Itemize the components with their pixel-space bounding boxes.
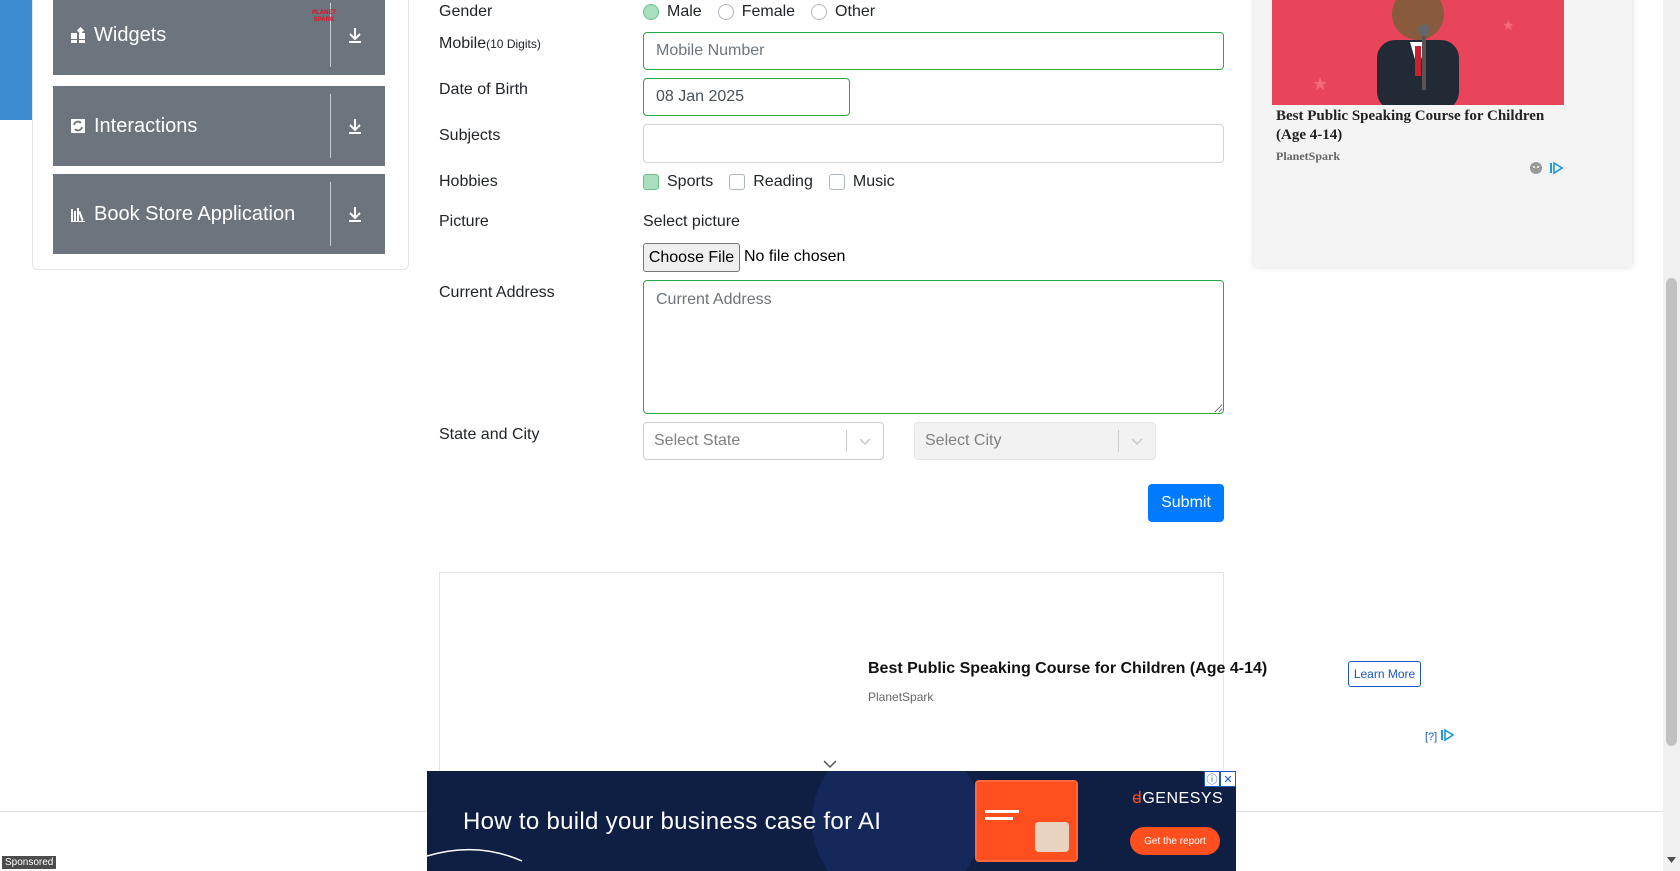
mobile-hint: (10 Digits) [486,37,541,51]
interactions-icon [70,118,86,134]
svg-text:★: ★ [1502,17,1515,33]
widgets-icon [70,27,86,43]
inline-ad-title[interactable]: Best Public Speaking Course for Children… [868,660,1267,678]
chevron-down-icon[interactable] [847,423,883,459]
current-address-textarea[interactable] [643,280,1224,414]
ad-brand: PlanetSpark [1276,149,1341,163]
hobby-reading-checkbox[interactable] [729,174,746,190]
mobile-input[interactable] [643,32,1224,70]
close-icon[interactable]: ✕ [1220,771,1236,787]
sidebar-group-book-store[interactable]: Book Store Application [53,174,385,254]
gender-label: Gender [439,3,493,20]
file-status: No file chosen [744,248,846,265]
planetspark-logo: PLANET SPARK [312,10,336,23]
adchoices-icon[interactable] [1549,161,1564,180]
hobby-music-checkbox[interactable] [828,174,845,190]
inline-ad-brand: PlanetSpark [868,690,934,704]
banner-report-thumbnail[interactable] [975,780,1078,862]
state-select-placeholder: Select State [654,432,741,449]
genesys-logo: ꟈGENESYS [1132,786,1223,808]
genesys-logo-mark: ꟈ [1132,790,1143,807]
genesys-brand: GENESYS [1142,790,1224,807]
hobbies-checkbox-group: Sports Reading Music [643,173,911,191]
banner-headline[interactable]: How to build your business case for AI [463,808,881,836]
ad-image[interactable]: ★ ★ [1272,0,1564,105]
sidebar-group-interactions[interactable]: Interactions [53,86,385,166]
mobile-label-text: Mobile [439,35,487,52]
sidebar-group-label: Widgets [94,23,167,46]
svg-text:★: ★ [1312,74,1328,94]
select-picture-label: Select picture [643,213,740,230]
hobby-option-label[interactable]: Sports [667,173,713,191]
chevron-down-icon[interactable] [1119,423,1155,459]
inline-adchoices[interactable]: [?] [1425,728,1455,745]
city-select-placeholder: Select City [925,432,1002,449]
adchoices-info-icon[interactable]: ⓘ [1204,771,1220,787]
scroll-down-arrow-icon[interactable] [1664,852,1679,867]
gender-option-label[interactable]: Female [742,3,795,21]
download-icon[interactable] [345,116,365,136]
state-city-label: State and City [439,426,540,443]
scrollbar-thumb[interactable] [1666,278,1677,746]
download-icon[interactable] [345,25,365,45]
book-store-icon [70,206,86,222]
sidebar-group-label: Interactions [94,114,198,137]
mobile-label: Mobile(10 Digits) [439,35,541,53]
current-address-label: Current Address [439,284,555,301]
sidebar-group-label: Book Store Application [94,202,296,225]
ad-info-link[interactable]: [?] [1425,731,1437,743]
hobby-sports-checkbox[interactable] [643,174,659,190]
gender-female-radio[interactable] [717,4,734,20]
state-select[interactable]: Select State [643,422,884,460]
download-icon[interactable] [345,204,365,224]
hobby-option-label[interactable]: Reading [753,173,813,191]
gender-option-label[interactable]: Other [835,3,875,21]
hobby-option-label[interactable]: Music [853,173,895,191]
dob-input[interactable]: 08 Jan 2025 [643,78,850,116]
get-report-button[interactable]: Get the report [1130,827,1220,855]
city-select[interactable]: Select City [914,422,1156,460]
gender-male-radio[interactable] [643,4,659,20]
choose-file-button[interactable]: Choose File [643,243,740,272]
right-ad[interactable]: ★ ★ Best Public Speaking Course for Chil… [1254,0,1632,267]
subjects-input[interactable] [643,124,1224,163]
picture-label: Picture [439,213,489,230]
gender-radio-group: Male Female Other [643,3,891,21]
gender-other-radio[interactable] [811,4,828,20]
subjects-label: Subjects [439,127,501,144]
ad-title[interactable]: Best Public Speaking Course for Children… [1276,107,1566,145]
submit-button[interactable]: Submit [1148,484,1224,522]
dob-label: Date of Birth [439,81,528,98]
hobbies-label: Hobbies [439,173,498,190]
gender-option-label[interactable]: Male [667,3,702,21]
banner-controls: ⓘ ✕ [1204,771,1236,787]
bottom-banner-ad[interactable]: How to build your business case for AI ꟈ… [427,771,1236,871]
adchoices-icon[interactable] [1440,728,1455,745]
ad-feedback-icon[interactable] [1529,161,1543,180]
sponsored-badge: Sponsored [2,856,57,869]
learn-more-button[interactable]: Learn More [1348,661,1421,687]
